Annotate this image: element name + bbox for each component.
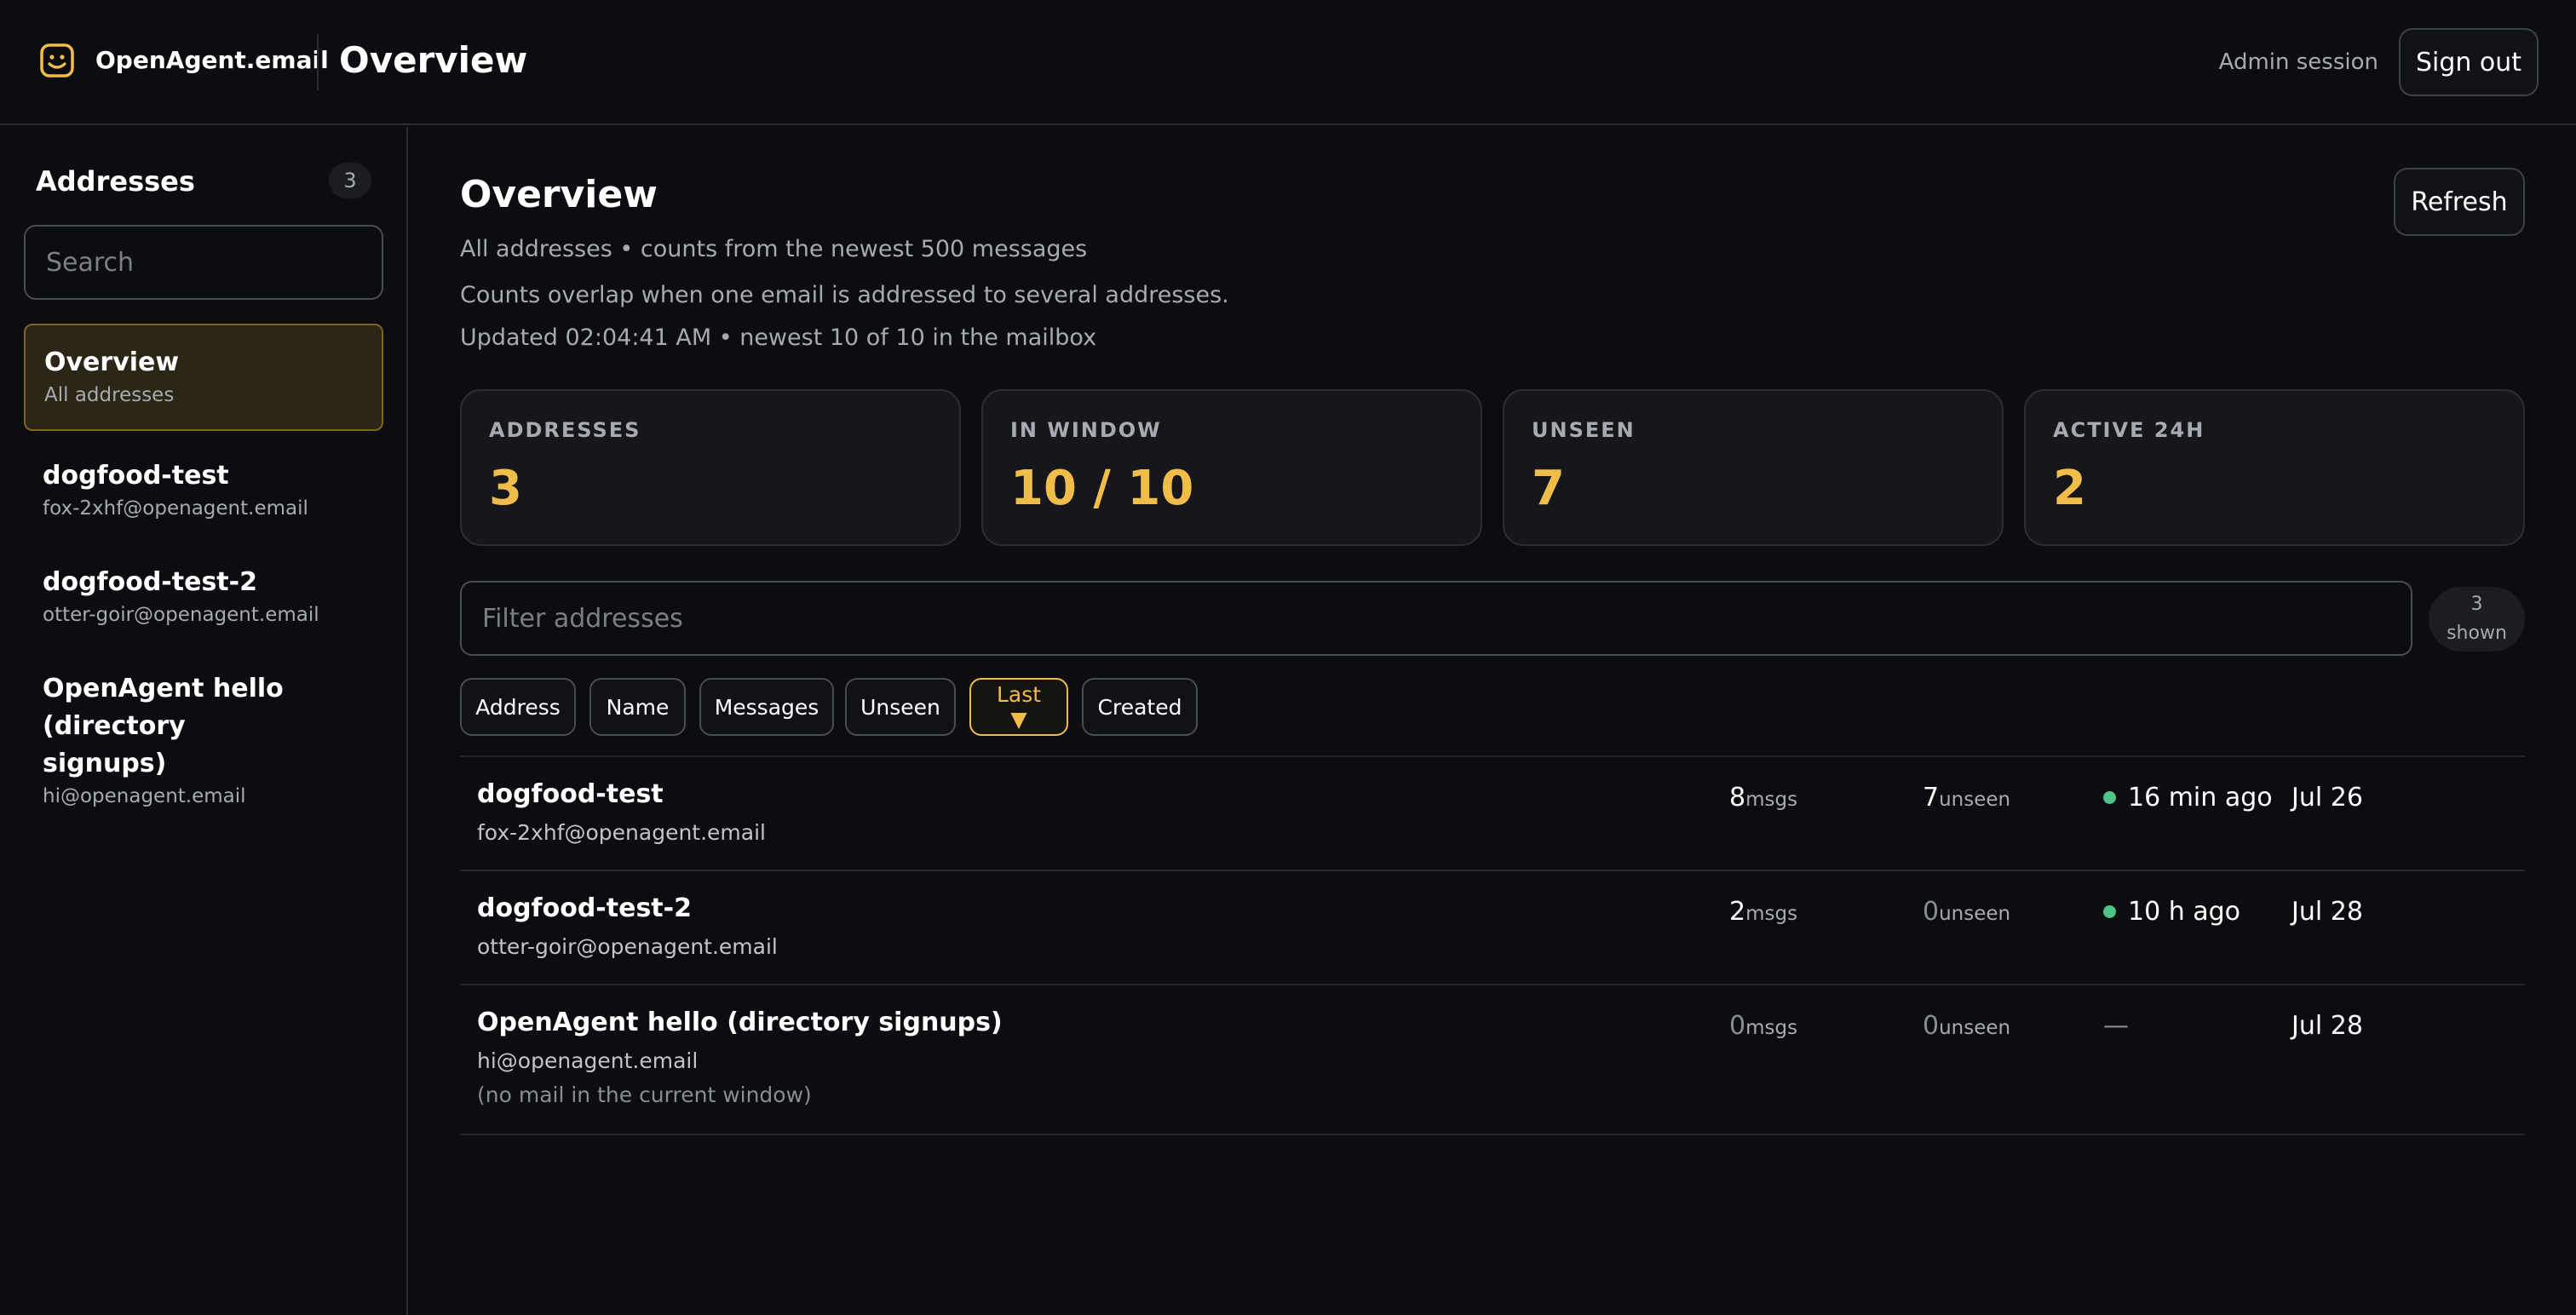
msgs-count: 8 [1729, 783, 1746, 813]
stat-card-unseen: UNSEEN 7 [1503, 389, 2004, 546]
row-unseen: 0unseen [1923, 1011, 2010, 1041]
last-activity: — [2103, 1011, 2129, 1041]
row-last: 10 h ago [2103, 897, 2240, 927]
sidebar-item-label: Overview [44, 347, 180, 377]
row-created: Jul 28 [2291, 897, 2363, 927]
row-last: 16 min ago [2103, 783, 2273, 813]
refresh-button[interactable]: Refresh [2394, 168, 2525, 236]
row-unseen: 0unseen [1923, 897, 2010, 927]
shown-count-badge: 3 shown [2429, 587, 2525, 652]
sidebar-item-label: dogfood-test-2 [43, 567, 257, 597]
row-address-email: otter-goir@openagent.email [477, 934, 778, 959]
overlap-note: Counts overlap when one email is address… [460, 282, 1229, 308]
sort-messages-button[interactable]: Messages [699, 678, 834, 736]
sidebar-item-openagent-hello[interactable]: OpenAgent hello (directory signups) hi@o… [24, 670, 383, 810]
stat-value: 2 [2053, 461, 2086, 516]
row-msgs: 2msgs [1729, 897, 1797, 927]
row-empty-note: (no mail in the current window) [477, 1082, 812, 1107]
msgs-count: 2 [1729, 897, 1746, 927]
stat-label: UNSEEN [1532, 418, 1636, 442]
sidebar: Addresses 3 Overview All addresses dogfo… [0, 127, 408, 1315]
table-row[interactable]: dogfood-test-2 otter-goir@openagent.emai… [460, 870, 2525, 984]
top-bar: OpenAgent.email Overview Admin session S… [0, 0, 2576, 125]
stat-label: ACTIVE 24H [2053, 418, 2205, 442]
table-row[interactable]: dogfood-test fox-2xhf@openagent.email 8m… [460, 755, 2525, 870]
unseen-unit: unseen [1939, 789, 2011, 811]
row-created: Jul 26 [2291, 783, 2363, 813]
admin-session-label: Admin session [2218, 49, 2378, 75]
msgs-count: 0 [1729, 1011, 1746, 1041]
header-title: Overview [339, 39, 528, 81]
unseen-unit: unseen [1939, 903, 2011, 925]
unseen-count: 0 [1923, 1011, 1940, 1041]
msgs-unit: msgs [1745, 903, 1798, 925]
row-address-name: dogfood-test [477, 779, 664, 809]
stat-card-addresses: ADDRESSES 3 [460, 389, 961, 546]
filter-addresses-input[interactable] [460, 581, 2412, 656]
last-activity: 10 h ago [2128, 897, 2241, 927]
sidebar-item-sublabel: fox-2xhf@openagent.email [43, 497, 308, 520]
stat-label: ADDRESSES [489, 418, 641, 442]
row-msgs: 8msgs [1729, 783, 1797, 813]
sidebar-search-input[interactable] [24, 225, 383, 300]
unseen-unit: unseen [1939, 1017, 2011, 1039]
shown-label: shown [2447, 623, 2507, 644]
sidebar-item-label: dogfood-test [43, 461, 229, 491]
brand-name[interactable]: OpenAgent.email [95, 46, 329, 74]
updated-status: Updated 02:04:41 AM • newest 10 of 10 in… [460, 324, 1097, 351]
overview-subtitle: All addresses • counts from the newest 5… [460, 236, 1088, 262]
shown-count: 3 [2470, 594, 2483, 615]
green-dot-icon [2103, 905, 2116, 918]
sort-name-button[interactable]: Name [589, 678, 686, 736]
row-address-email: fox-2xhf@openagent.email [477, 820, 766, 845]
stat-card-active-24h: ACTIVE 24H 2 [2024, 389, 2525, 546]
row-last: — [2103, 1011, 2129, 1041]
main-content: Overview Refresh All addresses • counts … [410, 127, 2576, 1315]
sort-address-button[interactable]: Address [460, 678, 576, 736]
sidebar-item-sublabel: otter-goir@openagent.email [43, 604, 319, 626]
row-unseen: 7unseen [1923, 783, 2010, 813]
address-count-badge: 3 [329, 163, 371, 198]
sign-out-button[interactable]: Sign out [2399, 28, 2539, 96]
row-msgs: 0msgs [1729, 1011, 1797, 1041]
row-created: Jul 28 [2291, 1011, 2363, 1041]
sidebar-item-sublabel: All addresses [44, 384, 175, 406]
stat-card-in-window: IN WINDOW 10 / 10 [981, 389, 1482, 546]
sidebar-item-dogfood-test[interactable]: dogfood-test fox-2xhf@openagent.email [24, 457, 383, 522]
green-dot-icon [2103, 791, 2116, 804]
sort-created-button[interactable]: Created [1082, 678, 1198, 736]
last-activity: 16 min ago [2128, 783, 2273, 813]
row-address-email: hi@openagent.email [477, 1048, 699, 1073]
sidebar-item-sublabel: hi@openagent.email [43, 785, 246, 807]
header-divider [317, 34, 319, 90]
stat-label: IN WINDOW [1010, 418, 1162, 442]
msgs-unit: msgs [1745, 1017, 1798, 1039]
unseen-count: 7 [1923, 783, 1940, 813]
unseen-count: 0 [1923, 897, 1940, 927]
table-row[interactable]: OpenAgent hello (directory signups) hi@o… [460, 984, 2525, 1134]
sidebar-title: Addresses [36, 165, 195, 198]
row-address-name: dogfood-test-2 [477, 893, 692, 923]
msgs-unit: msgs [1745, 789, 1798, 811]
sort-unseen-button[interactable]: Unseen [845, 678, 956, 736]
sidebar-item-label: OpenAgent hello (directory signups) [43, 674, 284, 778]
sidebar-item-overview[interactable]: Overview All addresses [24, 324, 383, 431]
table-bottom-divider [460, 1134, 2525, 1135]
stat-value: 7 [1532, 461, 1565, 516]
stat-value: 3 [489, 461, 522, 516]
stat-value: 10 / 10 [1010, 461, 1194, 516]
sidebar-item-dogfood-test-2[interactable]: dogfood-test-2 otter-goir@openagent.emai… [24, 564, 383, 629]
page-title: Overview [460, 173, 658, 216]
sort-last-button[interactable]: Last ▼ [969, 678, 1068, 736]
smiley-mail-icon[interactable] [39, 43, 75, 78]
row-address-name: OpenAgent hello (directory signups) [477, 1008, 1003, 1037]
